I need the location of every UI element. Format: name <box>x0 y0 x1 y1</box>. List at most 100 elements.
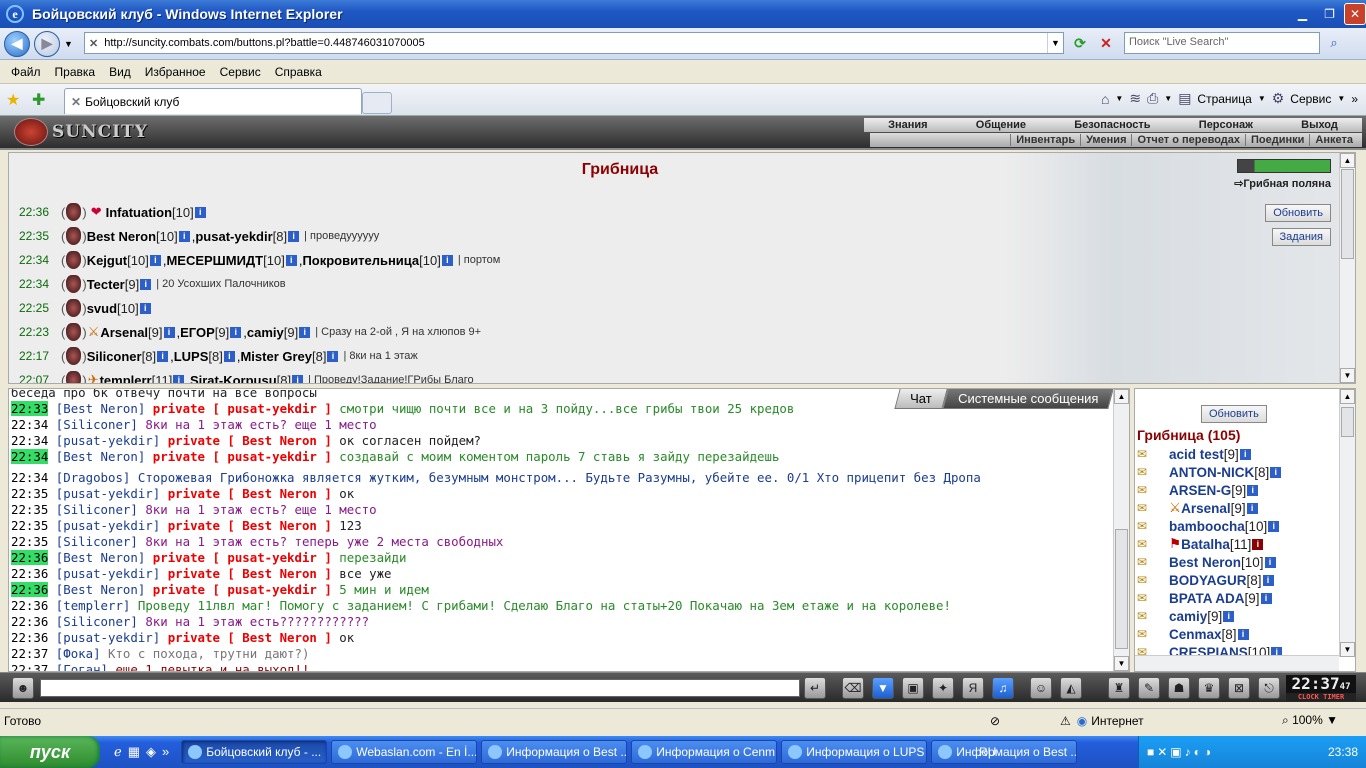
user-name[interactable]: ANTON-NICK <box>1169 465 1254 480</box>
chat-sender[interactable]: [Siliconer] <box>56 534 138 549</box>
nav-exit[interactable]: Выход <box>1301 119 1338 131</box>
quicklaunch-more-icon[interactable]: » <box>162 744 169 760</box>
scroll-thumb[interactable] <box>1115 529 1128 649</box>
chat-time[interactable]: 22:35 <box>11 502 48 517</box>
user-name[interactable]: Batalha <box>1181 537 1230 552</box>
sound-icon[interactable]: ♫ <box>992 677 1014 699</box>
page-dropdown-icon[interactable]: ▼ <box>1258 94 1266 103</box>
battles-scrollbar[interactable]: ▲ ▼ <box>1339 153 1355 383</box>
info-icon[interactable]: i <box>1252 538 1264 550</box>
info-icon[interactable]: i <box>441 254 453 266</box>
close-button[interactable]: ✕ <box>1344 3 1366 25</box>
chat-time[interactable]: 22:36 <box>11 598 48 613</box>
tab-system-messages[interactable]: Системные сообщения <box>942 389 1114 409</box>
battle-player-name[interactable]: Tecter <box>87 277 125 292</box>
info-icon[interactable]: i <box>327 350 339 362</box>
goto-mushroom-glade-link[interactable]: ⇨Грибная поляна <box>1227 177 1331 190</box>
info-icon[interactable]: i <box>173 374 185 383</box>
info-icon[interactable]: i <box>285 254 297 266</box>
helmet-icon[interactable]: ◭ <box>1060 677 1082 699</box>
info-icon[interactable]: i <box>288 230 300 242</box>
feeds-icon[interactable]: ≋ <box>1129 90 1141 107</box>
add-favorite-icon[interactable]: ✚ <box>32 90 52 110</box>
info-icon[interactable]: i <box>1223 610 1235 622</box>
chat-time[interactable]: 22:35 <box>11 518 48 533</box>
popup-blocked-icon[interactable]: ⊘ <box>990 714 1000 728</box>
info-icon[interactable]: i <box>1270 466 1282 478</box>
user-name[interactable]: BPATA ADA <box>1169 591 1245 606</box>
battle-shield-icon[interactable] <box>66 227 82 245</box>
tab-fight-club[interactable]: ✕ Бойцовский клуб <box>64 88 362 114</box>
info-icon[interactable]: i <box>1247 484 1259 496</box>
info-icon[interactable]: i <box>223 350 235 362</box>
scroll-up-icon[interactable]: ▲ <box>1340 153 1355 168</box>
language-indicator[interactable]: RU <box>979 745 996 759</box>
url-field[interactable]: ✕ http://suncity.combats.com/buttons.pl?… <box>84 32 1064 54</box>
info-icon[interactable]: i <box>140 278 152 290</box>
chat-private-target[interactable]: private [ pusat-yekdir ] <box>153 449 332 464</box>
battle-player-name[interactable]: Siliconer <box>87 349 142 364</box>
users-hscrollbar[interactable] <box>1135 655 1339 671</box>
user-list-item[interactable]: ✉ BPATA ADA [9] i <box>1137 589 1333 607</box>
exit-door-icon[interactable]: ⎋ <box>1258 677 1280 699</box>
chat-sender[interactable]: [pusat-yekdir] <box>56 486 160 501</box>
chat-time[interactable]: 22:36 <box>11 630 48 645</box>
character-icon[interactable]: ☗ <box>1168 677 1190 699</box>
battle-shield-icon[interactable] <box>66 371 82 383</box>
info-icon[interactable]: i <box>194 206 206 218</box>
taskbar-window-button[interactable]: Webaslan.com - En İ... <box>331 740 478 764</box>
battle-shield-icon[interactable] <box>66 347 82 365</box>
user-list-item[interactable]: ✉ ⚑ Batalha [11] i <box>1137 535 1333 553</box>
chat-sender[interactable]: [pusat-yekdir] <box>56 630 160 645</box>
quicklaunch-word-icon[interactable]: ▦ <box>128 744 140 760</box>
favorites-star-icon[interactable]: ★ <box>6 90 26 110</box>
info-icon[interactable]: i <box>1237 628 1249 640</box>
user-list-item[interactable]: ✉ Best Neron [10] i <box>1137 553 1333 571</box>
private-message-icon[interactable]: ✉ <box>1137 537 1169 551</box>
user-name[interactable]: Best Neron <box>1169 555 1241 570</box>
scroll-up-icon[interactable]: ▲ <box>1114 389 1129 404</box>
menu-help[interactable]: Справка <box>268 65 329 79</box>
speaker-head-icon[interactable]: ☻ <box>12 677 34 699</box>
battle-row[interactable]: 22:36() ❤ Infatuation [10] i <box>19 201 208 223</box>
info-icon[interactable]: i <box>299 326 311 338</box>
battle-player-name[interactable]: svud <box>87 301 117 316</box>
private-message-icon[interactable]: ✉ <box>1137 627 1169 641</box>
info-icon[interactable]: i <box>1268 520 1280 532</box>
quicklaunch-app-icon[interactable]: ◈ <box>146 744 156 760</box>
fight-icon[interactable]: ✦ <box>932 677 954 699</box>
scroll-icon[interactable]: ✎ <box>1138 677 1160 699</box>
info-icon[interactable]: i <box>1264 556 1276 568</box>
user-name[interactable]: acid test <box>1169 447 1224 462</box>
print-icon[interactable]: ⎙ <box>1147 90 1158 107</box>
tools-menu-button[interactable]: Сервис <box>1290 92 1331 106</box>
refresh-location-button[interactable]: Обновить <box>1265 204 1331 222</box>
send-arrow-icon[interactable]: ↵ <box>804 677 826 699</box>
scroll-thumb[interactable] <box>1341 169 1354 259</box>
chat-private-target[interactable]: private [ Best Neron ] <box>168 630 332 645</box>
info-icon[interactable]: i <box>230 326 242 338</box>
chat-time[interactable]: 22:35 <box>11 534 48 549</box>
back-button[interactable]: ◀ <box>4 30 30 57</box>
battle-player-name[interactable]: LUPS <box>174 349 209 364</box>
nav-battles[interactable]: Поединки <box>1245 134 1309 146</box>
battle-shield-icon[interactable] <box>66 275 82 293</box>
forward-button[interactable]: ▶ <box>34 30 60 57</box>
smiley-icon[interactable]: ☺ <box>1030 677 1052 699</box>
chat-sender[interactable]: [Best Neron] <box>56 550 146 565</box>
chat-sender[interactable]: [Siliconer] <box>56 417 138 432</box>
stop-button[interactable]: ✕ <box>1096 33 1116 53</box>
private-message-icon[interactable]: ✉ <box>1137 483 1169 497</box>
scroll-thumb[interactable] <box>1341 407 1354 437</box>
chat-private-target[interactable]: private [ pusat-yekdir ] <box>153 582 332 597</box>
private-message-icon[interactable]: ✉ <box>1137 555 1169 569</box>
eraser-icon[interactable]: ⌫ <box>842 677 864 699</box>
chat-sender[interactable]: [Dragobos] <box>56 470 131 485</box>
nav-security[interactable]: Безопасность <box>1074 119 1150 131</box>
url-dropdown-icon[interactable]: ▼ <box>1047 33 1063 53</box>
translit-icon[interactable]: Я <box>962 677 984 699</box>
private-message-icon[interactable]: ✉ <box>1137 573 1169 587</box>
page-menu-button[interactable]: Страница <box>1197 92 1251 106</box>
user-list-item[interactable]: ✉ BODYAGUR [8] i <box>1137 571 1333 589</box>
home-dropdown-icon[interactable]: ▼ <box>1115 94 1123 103</box>
